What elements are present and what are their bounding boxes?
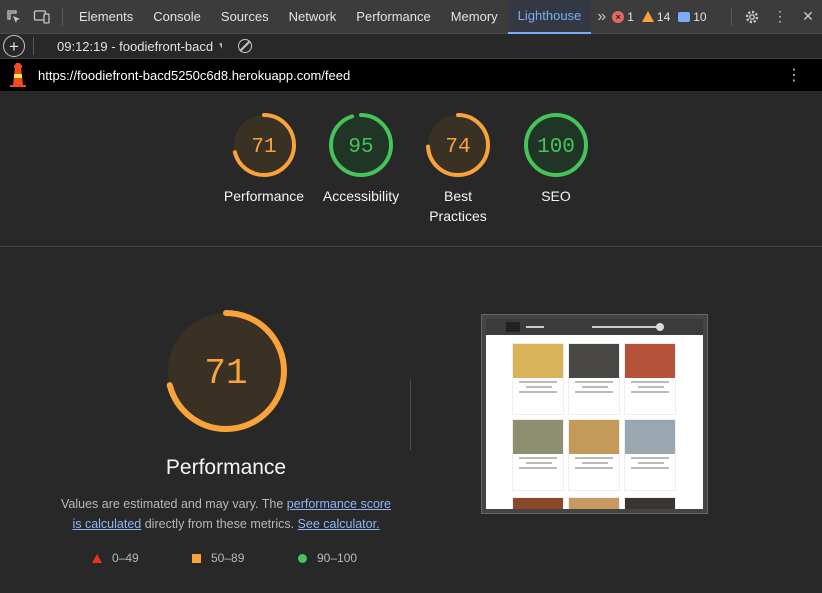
gauge-score: 100	[537, 136, 575, 159]
legend-pass-range: 90–100	[317, 551, 358, 565]
error-icon: ×	[612, 10, 625, 23]
vertical-divider	[410, 379, 411, 450]
divider	[731, 7, 732, 26]
gear-icon[interactable]	[738, 0, 766, 34]
report-url-bar: https://foodiefront-bacd5250c6d8.herokua…	[0, 59, 822, 91]
screenshot-card	[568, 497, 620, 509]
gauge-best-practices-ring: 74	[426, 113, 490, 177]
gauge-seo-ring: 100	[524, 113, 588, 177]
screenshot-card	[624, 419, 676, 491]
screenshot-card	[568, 343, 620, 415]
screenshot-nav	[526, 326, 544, 328]
tab-console[interactable]: Console	[143, 0, 211, 34]
gauge-label: Performance	[223, 188, 305, 204]
legend-fail: 0–49	[92, 551, 139, 565]
clear-reports-icon[interactable]	[238, 39, 252, 53]
section-divider	[0, 246, 822, 247]
score-legend: 0–49 50–89 90–100	[0, 551, 450, 569]
divider	[33, 37, 34, 55]
tab-performance[interactable]: Performance	[346, 0, 440, 34]
warnings-badge[interactable]: 14	[641, 9, 671, 24]
screenshot-logo	[506, 322, 520, 332]
tab-lighthouse[interactable]: Lighthouse	[507, 0, 592, 34]
legend-average: 50–89	[192, 551, 244, 565]
legend-average-range: 50–89	[211, 551, 245, 565]
divider	[62, 7, 63, 26]
message-icon	[678, 11, 691, 22]
errors-badge[interactable]: × 1	[612, 10, 634, 24]
performance-gauge-ring: 71	[165, 310, 287, 432]
messages-badge[interactable]: 10	[678, 9, 707, 24]
see-calculator-link[interactable]: See calculator.	[298, 517, 380, 531]
gauge-performance-ring: 71	[232, 113, 296, 177]
gauge-label: Accessibility	[322, 188, 400, 204]
more-tabs-icon[interactable]: »	[591, 8, 612, 26]
screenshot-card	[512, 497, 564, 509]
tab-memory[interactable]: Memory	[441, 0, 508, 34]
red-triangle-icon	[92, 553, 102, 563]
report-select-label: 09:12:19 - foodiefront-bacd	[57, 38, 214, 54]
screenshot-card	[568, 419, 620, 491]
report-select[interactable]: 09:12:19 - foodiefront-bacd ▼	[57, 39, 222, 54]
gauge-seo[interactable]: 100 SEO	[506, 112, 606, 206]
gauge-score: 71	[251, 136, 276, 159]
legend-pass: 90–100	[298, 551, 357, 565]
desc-prefix: Values are estimated and may vary. The	[60, 497, 287, 511]
warning-icon	[641, 11, 654, 22]
legend-fail-range: 0–49	[112, 551, 139, 565]
lighthouse-toolbar: + 09:12:19 - foodiefront-bacd ▼	[0, 34, 822, 59]
screenshot-card	[624, 343, 676, 415]
message-count: 10	[693, 9, 707, 24]
gauge-score: 95	[348, 136, 373, 159]
screenshot-header	[486, 319, 703, 335]
lighthouse-logo-icon	[8, 63, 28, 87]
gauge-performance[interactable]: 71 Performance	[214, 112, 314, 206]
gauge-accessibility-ring: 95	[329, 113, 393, 177]
desc-mid: directly from these metrics.	[141, 517, 298, 531]
performance-description: Values are estimated and may vary. The p…	[60, 494, 392, 534]
tab-network[interactable]: Network	[279, 0, 347, 34]
gauge-score: 74	[445, 136, 470, 159]
screenshot-card	[624, 497, 676, 509]
green-circle-icon	[298, 553, 307, 563]
chevron-down-icon: ▼	[217, 41, 222, 52]
screenshot-nav-links	[592, 326, 658, 328]
gauge-best-practices[interactable]: 74 Best Practices	[408, 112, 508, 226]
tab-sources[interactable]: Sources	[211, 0, 279, 34]
report-menu-icon[interactable]: ⋮	[786, 65, 802, 85]
orange-square-icon	[192, 553, 201, 563]
error-count: 1	[627, 9, 634, 24]
more-options-icon[interactable]: ⋮	[766, 0, 794, 34]
report-url[interactable]: https://foodiefront-bacd5250c6d8.herokua…	[38, 68, 350, 83]
screenshot-avatar	[656, 323, 664, 331]
devtools-tabbar: Elements Console Sources Network Perform…	[0, 0, 822, 34]
close-icon[interactable]: ✕	[794, 0, 822, 34]
screenshot-image	[486, 319, 703, 509]
performance-title: Performance	[165, 456, 287, 479]
gauge-accessibility[interactable]: 95 Accessibility	[311, 112, 411, 206]
final-screenshot-thumbnail[interactable]	[481, 314, 708, 514]
gauge-label: Best Practices	[429, 188, 487, 224]
screenshot-card	[512, 419, 564, 491]
device-toolbar-icon[interactable]	[28, 0, 56, 34]
screenshot-card	[512, 343, 564, 415]
inspect-element-icon[interactable]	[0, 0, 28, 34]
gauge-label: SEO	[541, 188, 571, 204]
warning-count: 14	[656, 9, 671, 24]
performance-gauge-large: 71	[160, 305, 292, 442]
category-gauges: 71 Performance 95 Accessibility 74 Best …	[0, 106, 822, 246]
tab-elements[interactable]: Elements	[69, 0, 143, 34]
new-report-button[interactable]: +	[3, 35, 25, 57]
performance-score: 71	[204, 353, 247, 394]
